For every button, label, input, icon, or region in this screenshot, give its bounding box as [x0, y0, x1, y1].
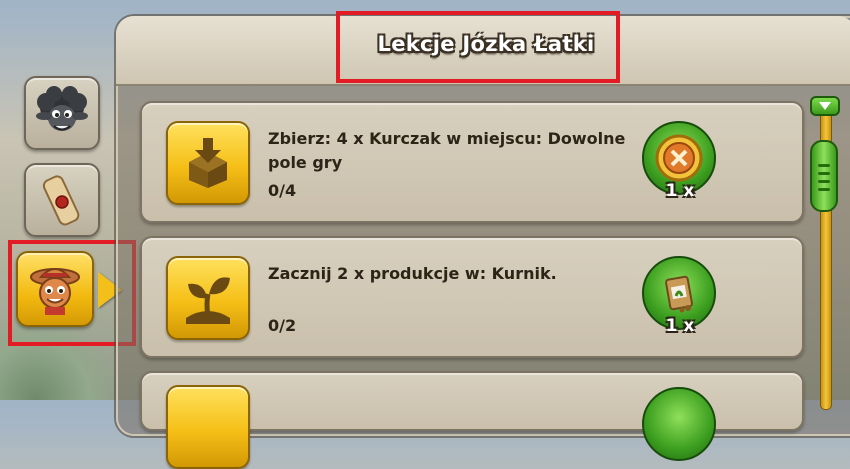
- arrow-down-icon: [819, 102, 831, 110]
- sprout-icon: [166, 256, 250, 340]
- reward-count: 1 x: [665, 181, 695, 201]
- quest-progress: 0/4: [268, 181, 297, 200]
- coin-medal-icon: [655, 134, 703, 182]
- quest-description: Zacznij 2 x produkcje w: Kurnik.: [268, 264, 557, 283]
- farmer-icon: [30, 268, 80, 315]
- tab-scrolls[interactable]: [24, 163, 100, 237]
- scrollbar-thumb[interactable]: [810, 140, 838, 212]
- tab-jozek-lessons[interactable]: [16, 251, 94, 327]
- scroll-up-button[interactable]: [810, 96, 840, 116]
- task-icon: [166, 385, 250, 469]
- quest-reward[interactable]: 1 x: [642, 256, 718, 336]
- page-title: Lekcje Józka Łatki: [377, 32, 595, 56]
- quest-progress: 0/2: [268, 316, 297, 335]
- quest-card: Zbierz: 4 x Kurczak w miejscu: Dowolne p…: [140, 101, 804, 223]
- quest-reward[interactable]: [642, 387, 718, 463]
- sheep-icon: [36, 86, 88, 131]
- tab-animals[interactable]: [24, 76, 100, 150]
- quest-card: [140, 371, 804, 469]
- panel-header: Lekcje Józka Łatki: [116, 16, 850, 86]
- reward-icon: [642, 387, 716, 461]
- reward-count: 1 x: [665, 316, 695, 336]
- quest-reward[interactable]: 1 x: [642, 121, 718, 201]
- scroll-icon: [42, 175, 80, 226]
- seed-bag-icon: [665, 275, 693, 313]
- quest-card: Zacznij 2 x produkcje w: Kurnik. 0/2 1 x: [140, 236, 804, 358]
- quest-description: Zbierz: 4 x Kurczak w miejscu: Dowolne p…: [268, 129, 626, 172]
- collect-box-icon: [166, 121, 250, 205]
